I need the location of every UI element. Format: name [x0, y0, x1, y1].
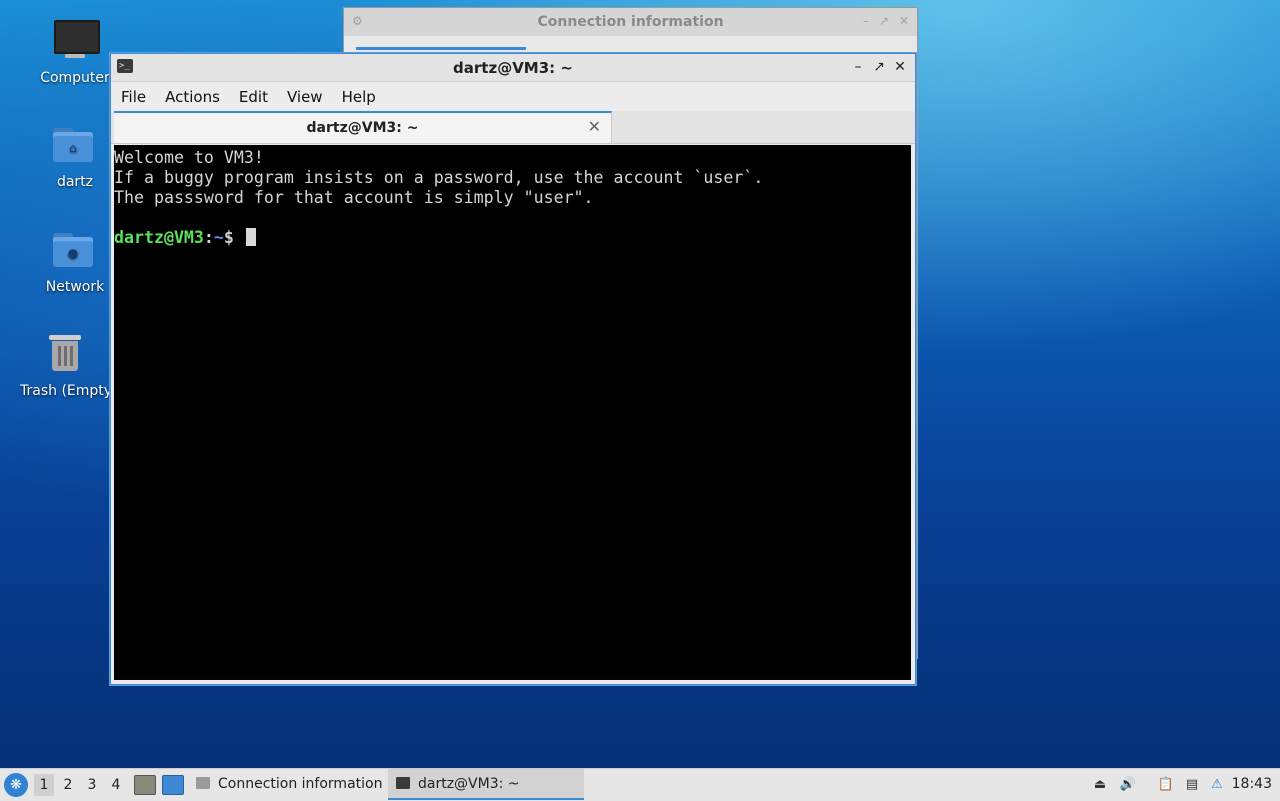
volume-icon[interactable]: 🔊 — [1119, 776, 1137, 794]
menu-file[interactable]: File — [111, 82, 155, 106]
window-titlebar[interactable]: >_ dartz@VM3: ~ – ↗ ✕ — [111, 54, 915, 82]
tab-close-icon[interactable]: ✕ — [588, 117, 601, 136]
desktop-icon-label: Trash (Empty) — [20, 383, 110, 399]
clock[interactable]: 18:43 — [1232, 769, 1272, 800]
prompt-path: ~ — [213, 228, 224, 247]
menu-bar: File Actions Edit View Help — [111, 82, 915, 110]
terminal-line: If a buggy program insists on a password… — [114, 168, 764, 187]
trash-icon — [41, 331, 89, 379]
task-label: dartz@VM3: ~ — [418, 776, 520, 792]
desktop-switch-4[interactable]: 4 — [106, 774, 126, 796]
network-icon[interactable]: ▤ — [1183, 776, 1201, 794]
home-folder-icon: ⌂ — [51, 122, 99, 170]
tab-bar: dartz@VM3: ~ ✕ — [111, 111, 915, 144]
clipboard-icon[interactable]: 📋 — [1157, 776, 1175, 794]
plug-icon — [196, 777, 210, 789]
eject-icon[interactable]: ⏏ — [1091, 776, 1109, 794]
desktop-switch-3[interactable]: 3 — [82, 774, 102, 796]
prompt-symbol: $ — [223, 228, 244, 247]
desktop-switch-2[interactable]: 2 — [58, 774, 78, 796]
computer-icon — [51, 18, 100, 66]
update-notifier-icon[interactable]: ⚠ — [1208, 776, 1226, 794]
terminal-line: The passsword for that account is simply… — [114, 188, 594, 207]
maximize-button[interactable]: ↗ — [870, 57, 888, 77]
network-folder-icon: ● — [51, 227, 99, 275]
desktop-icon-trash[interactable]: Trash (Empty) — [20, 331, 110, 399]
tab-title: dartz@VM3: ~ — [306, 120, 419, 136]
prompt-separator: : — [203, 228, 214, 247]
terminal-tab[interactable]: dartz@VM3: ~ ✕ — [114, 111, 612, 143]
task-connection-information[interactable]: Connection information — [192, 769, 382, 800]
minimize-button[interactable]: – — [849, 57, 867, 77]
task-label: Connection information — [218, 776, 383, 792]
terminal-output[interactable]: Welcome to VM3! If a buggy program insis… — [114, 145, 911, 680]
close-button[interactable]: ✕ — [899, 14, 909, 28]
text-cursor — [245, 228, 256, 246]
window-title: dartz@VM3: ~ — [453, 59, 573, 77]
file-manager-icon[interactable] — [134, 775, 156, 795]
window-titlebar[interactable]: ⚙ Connection information – ↗ ✕ — [344, 8, 917, 36]
terminal-prompt-line: dartz@VM3:~$ — [114, 228, 911, 248]
taskbar: ❋ 1 2 3 4 Connection information dartz@V… — [0, 768, 1280, 801]
task-terminal[interactable]: dartz@VM3: ~ — [388, 769, 584, 800]
menu-help[interactable]: Help — [332, 82, 385, 106]
start-menu-icon[interactable]: ❋ — [4, 773, 28, 797]
show-desktop-icon[interactable] — [162, 775, 184, 795]
tab-indicator — [356, 47, 526, 50]
close-button[interactable]: ✕ — [891, 57, 909, 77]
menu-view[interactable]: View — [277, 82, 332, 106]
menu-edit[interactable]: Edit — [229, 82, 277, 106]
maximize-button[interactable]: ↗ — [879, 14, 889, 28]
minimize-button[interactable]: – — [863, 14, 869, 28]
terminal-line: Welcome to VM3! — [114, 148, 264, 167]
menu-actions[interactable]: Actions — [155, 82, 229, 106]
prompt-user-host: dartz@VM3 — [114, 228, 204, 247]
window-title: Connection information — [537, 14, 724, 30]
terminal-icon — [396, 777, 410, 789]
terminal-window[interactable]: >_ dartz@VM3: ~ – ↗ ✕ File Actions Edit Vie… — [110, 53, 916, 685]
desktop-switch-1[interactable]: 1 — [34, 774, 54, 796]
